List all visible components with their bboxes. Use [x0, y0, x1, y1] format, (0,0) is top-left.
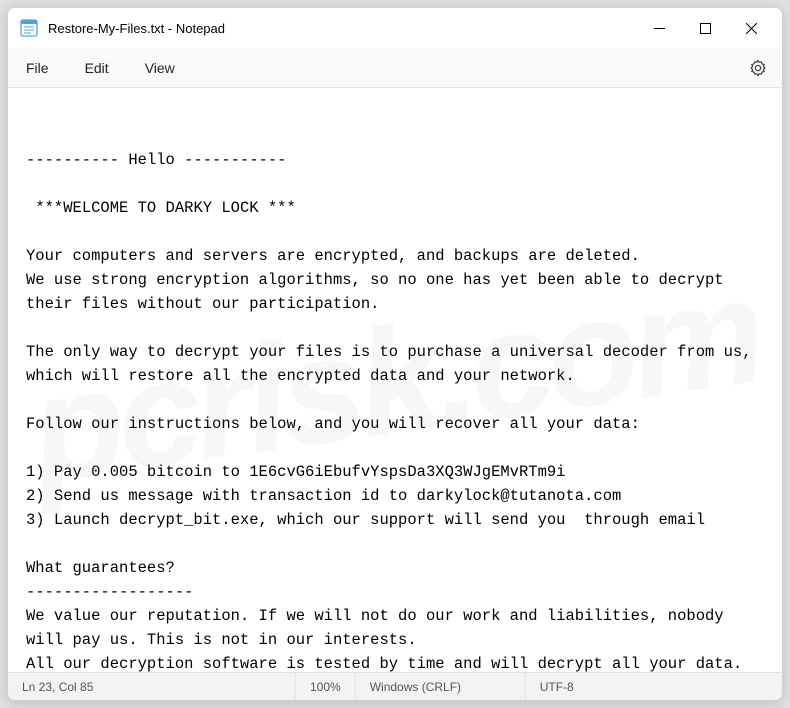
notepad-icon [20, 19, 38, 37]
text-line: We use strong encryption algorithms, so … [26, 271, 733, 313]
status-zoom[interactable]: 100% [296, 673, 356, 700]
text-editor[interactable]: pcrisk.com ---------- Hello ----------- … [8, 88, 782, 672]
minimize-icon [654, 23, 665, 34]
maximize-button[interactable] [682, 12, 728, 44]
close-button[interactable] [728, 12, 774, 44]
text-line: 1) Pay 0.005 bitcoin to 1E6cvG6iEbufvYsp… [26, 463, 566, 481]
text-line: Follow our instructions below, and you w… [26, 415, 640, 433]
status-encoding: UTF-8 [526, 673, 774, 700]
text-line: The only way to decrypt your files is to… [26, 343, 761, 385]
text-line: All our decryption software is tested by… [26, 655, 742, 672]
text-line: ------------------ [26, 583, 193, 601]
text-line: 3) Launch decrypt_bit.exe, which our sup… [26, 511, 705, 529]
gear-icon [749, 59, 767, 77]
menu-bar: File Edit View [8, 48, 782, 88]
title-bar[interactable]: Restore-My-Files.txt - Notepad [8, 8, 782, 48]
text-line: Your computers and servers are encrypted… [26, 247, 640, 265]
status-bar: Ln 23, Col 85 100% Windows (CRLF) UTF-8 [8, 672, 782, 700]
notepad-window: Restore-My-Files.txt - Notepad File Edit… [7, 7, 783, 701]
window-title: Restore-My-Files.txt - Notepad [48, 21, 225, 36]
menu-edit[interactable]: Edit [79, 56, 115, 80]
text-line: We value our reputation. If we will not … [26, 607, 733, 649]
minimize-button[interactable] [636, 12, 682, 44]
text-line: What guarantees? [26, 559, 175, 577]
text-line: 2) Send us message with transaction id t… [26, 487, 621, 505]
status-line-ending: Windows (CRLF) [356, 673, 526, 700]
text-line: ***WELCOME TO DARKY LOCK *** [26, 199, 296, 217]
status-position: Ln 23, Col 85 [16, 673, 296, 700]
menu-view[interactable]: View [139, 56, 181, 80]
text-line: ---------- Hello ----------- [26, 151, 286, 169]
maximize-icon [700, 23, 711, 34]
settings-button[interactable] [746, 56, 770, 80]
menu-file[interactable]: File [20, 56, 55, 80]
close-icon [746, 23, 757, 34]
